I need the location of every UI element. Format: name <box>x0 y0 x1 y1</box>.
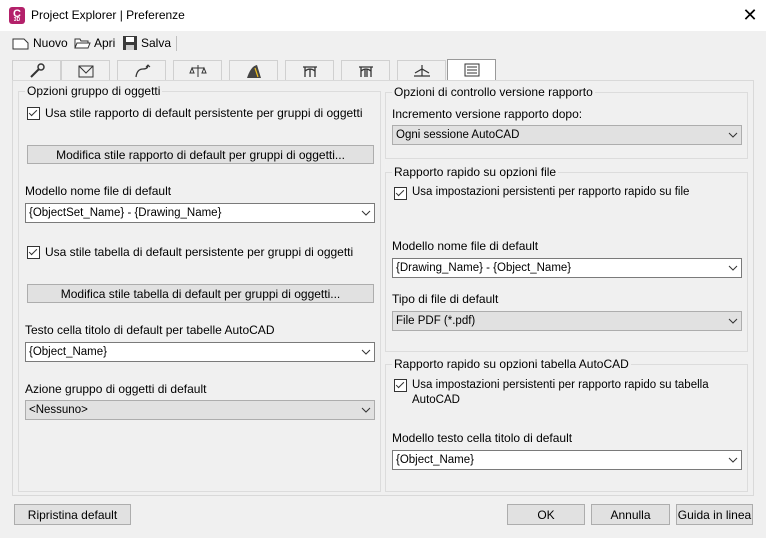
tab-alignments[interactable] <box>117 60 166 80</box>
chevron-down-icon <box>358 407 374 413</box>
checkbox-checked-icon <box>394 379 407 392</box>
tab-general[interactable] <box>12 60 61 80</box>
file-filename-template-label: Modello nome file di default <box>392 239 539 253</box>
quick-report-table-title: Rapporto rapido su opzioni tabella AutoC… <box>394 357 629 371</box>
reset-defaults-button[interactable]: Ripristina default <box>14 504 131 525</box>
tab-profiles[interactable] <box>397 60 446 80</box>
save-label: Salva <box>141 36 172 50</box>
chevron-down-icon <box>358 349 374 355</box>
object-set-action-label: Azione gruppo di oggetti di default <box>25 382 207 396</box>
checkbox-checked-icon <box>394 187 407 200</box>
title-cell-value: {Object_Name} <box>29 346 107 358</box>
version-control-group: Opzioni di controllo versione rapporto <box>385 85 748 159</box>
civil3d-app-icon: C 3D <box>9 7 25 24</box>
title-cell-dropdown[interactable]: {Object_Name} <box>25 342 375 362</box>
save-button[interactable]: Salva <box>122 34 171 52</box>
chevron-down-icon <box>725 265 741 271</box>
chevron-down-icon <box>725 318 741 324</box>
window-title: Project Explorer | Preferenze <box>31 8 185 22</box>
chevron-down-icon <box>725 457 741 463</box>
new-label: Nuovo <box>33 36 68 50</box>
chevron-down-icon <box>725 132 741 138</box>
scales-icon <box>188 64 207 77</box>
open-button[interactable]: Apri <box>74 34 115 52</box>
chevron-down-icon <box>358 210 374 216</box>
profile-view-icon <box>413 64 430 77</box>
checkbox-checked-icon <box>27 246 40 259</box>
quick-report-file-title: Rapporto rapido su opzioni file <box>394 165 557 179</box>
use-report-style-label: Usa stile rapporto di default persistent… <box>45 106 363 120</box>
tab-corridors[interactable] <box>229 60 278 80</box>
filename-template-label: Modello nome file di default <box>25 184 172 198</box>
edit-report-style-button[interactable]: Modifica stile rapporto di default per g… <box>27 145 374 164</box>
new-button[interactable]: Nuovo <box>12 34 68 52</box>
file-filename-template-dropdown[interactable]: {Drawing_Name} - {Object_Name} <box>392 258 742 278</box>
use-table-style-label: Usa stile tabella di default persistente… <box>45 245 354 259</box>
floppy-disk-icon <box>123 36 137 50</box>
filename-template-value: {ObjectSet_Name} - {Drawing_Name} <box>29 207 222 219</box>
table-use-persistent-label: Usa impostazioni persistenti per rapport… <box>412 379 709 406</box>
object-set-action-value: <Nessuno> <box>29 404 88 416</box>
new-document-icon <box>12 38 29 50</box>
file-use-persistent-label: Usa impostazioni persistenti per rapport… <box>412 186 690 198</box>
bridge-pier-icon <box>358 65 373 77</box>
use-report-style-checkbox[interactable]: Usa stile rapporto di default persistent… <box>27 106 363 120</box>
checkbox-checked-icon <box>27 107 40 120</box>
open-folder-icon <box>74 38 91 49</box>
file-use-persistent-checkbox[interactable]: Usa impostazioni persistenti per rapport… <box>394 186 689 200</box>
alignment-icon <box>134 63 150 77</box>
tab-parcels[interactable] <box>173 60 222 80</box>
road-icon <box>246 64 261 78</box>
table-title-cell-value: {Object_Name} <box>396 454 474 466</box>
tab-reports[interactable] <box>447 59 496 80</box>
tab-bridge-piers[interactable] <box>341 60 390 80</box>
wrench-icon <box>29 62 45 78</box>
file-type-dropdown[interactable]: File PDF (*.pdf) <box>392 311 742 331</box>
file-type-value: File PDF (*.pdf) <box>396 315 476 327</box>
ok-button[interactable]: OK <box>507 504 585 525</box>
object-set-options-title: Opzioni gruppo di oggetti <box>27 84 161 98</box>
report-icon <box>464 63 479 77</box>
cancel-button[interactable]: Annulla <box>591 504 670 525</box>
filename-template-dropdown[interactable]: {ObjectSet_Name} - {Drawing_Name} <box>25 203 375 223</box>
toolbar-separator <box>176 36 177 51</box>
object-set-action-dropdown[interactable]: <Nessuno> <box>25 400 375 420</box>
table-title-cell-dropdown[interactable]: {Object_Name} <box>392 450 742 470</box>
close-button[interactable]: ✕ <box>738 2 762 28</box>
edit-table-style-button[interactable]: Modifica stile tabella di default per gr… <box>27 284 374 303</box>
tab-bridges[interactable] <box>285 60 334 80</box>
version-increment-dropdown[interactable]: Ogni sessione AutoCAD <box>392 125 742 145</box>
tab-objects[interactable] <box>61 60 110 80</box>
file-type-label: Tipo di file di default <box>392 292 499 306</box>
table-title-cell-label: Modello testo cella titolo di default <box>392 431 573 445</box>
version-increment-label: Incremento versione rapporto dopo: <box>392 107 583 121</box>
open-label: Apri <box>94 36 116 50</box>
help-button[interactable]: Guida in linea <box>676 504 753 525</box>
table-use-persistent-checkbox[interactable]: Usa impostazioni persistenti per rapport… <box>394 378 734 408</box>
version-control-title: Opzioni di controllo versione rapporto <box>394 85 593 99</box>
title-cell-label: Testo cella titolo di default per tabell… <box>25 323 275 337</box>
use-table-style-checkbox[interactable]: Usa stile tabella di default persistente… <box>27 245 353 259</box>
file-filename-template-value: {Drawing_Name} - {Object_Name} <box>396 262 572 274</box>
envelope-icon <box>78 65 93 77</box>
version-increment-value: Ogni sessione AutoCAD <box>396 129 520 141</box>
bridge-icon <box>302 65 317 77</box>
